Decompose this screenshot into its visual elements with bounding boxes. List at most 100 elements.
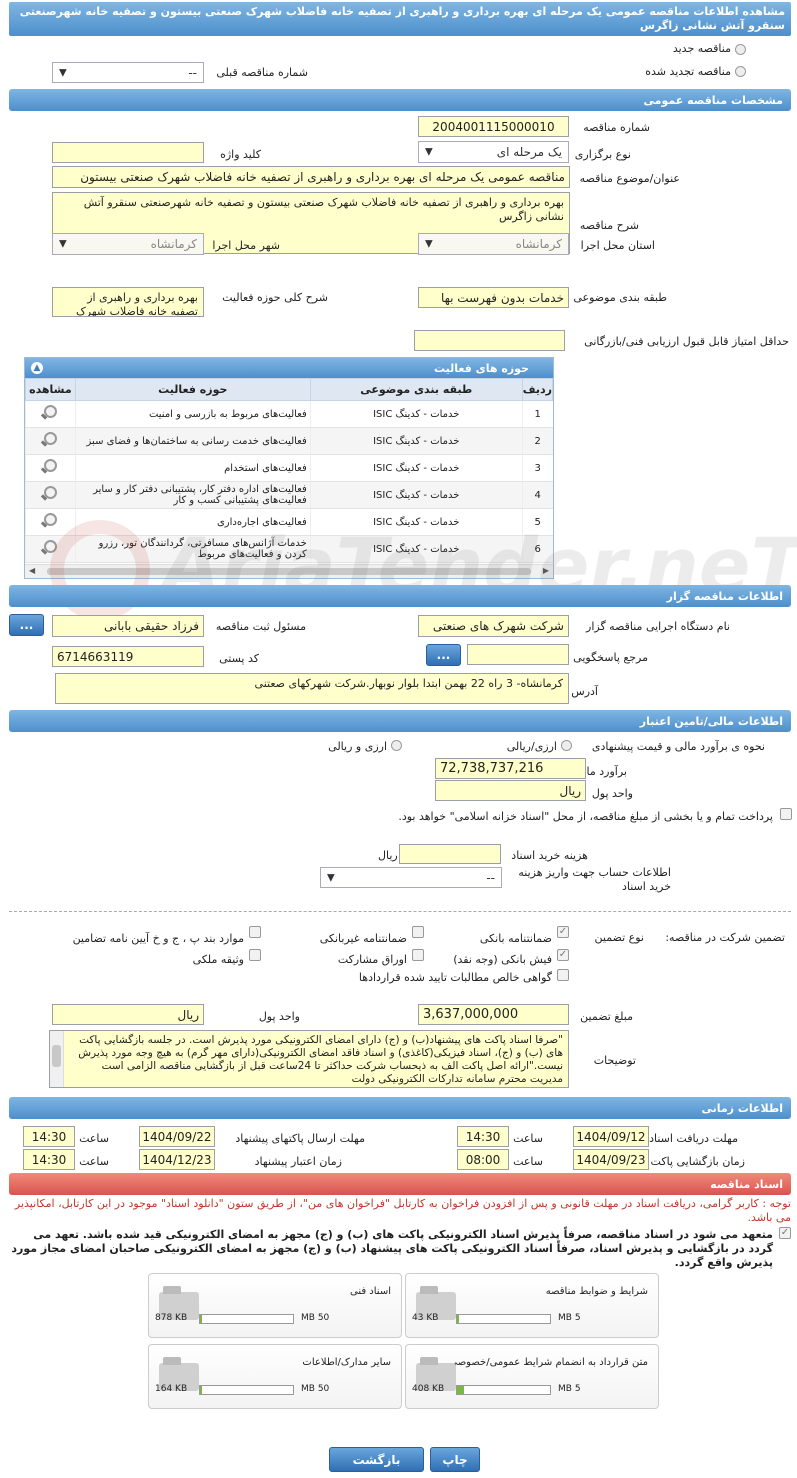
address-label: آدرس bbox=[571, 685, 598, 698]
ref-field[interactable] bbox=[467, 644, 569, 665]
subject-label: عنوان/موضوع مناقصه bbox=[579, 172, 680, 185]
print-button[interactable]: چاپ bbox=[430, 1447, 480, 1472]
receive-date-field[interactable]: 1404/09/12 bbox=[573, 1126, 649, 1147]
currency-field[interactable]: ریال bbox=[435, 780, 586, 801]
guarantee-currency-field[interactable]: ریال bbox=[52, 1004, 204, 1025]
subject-field[interactable]: مناقصه عمومی یک مرحله ای بهره برداری و ر… bbox=[52, 166, 570, 188]
radio-fx-rial[interactable] bbox=[391, 740, 402, 751]
clauses-checkbox[interactable] bbox=[249, 926, 261, 938]
col-activity: حوزه فعالیت bbox=[74, 378, 311, 401]
guarantee-currency-label: واحد پول bbox=[258, 1010, 300, 1023]
radio-rial[interactable] bbox=[561, 740, 572, 751]
description-label: شرح مناقصه bbox=[579, 219, 639, 232]
receive-time-field[interactable]: 14:30 bbox=[457, 1126, 509, 1147]
max-size: 5 MB bbox=[558, 1384, 581, 1394]
documents-warning: توجه : کاربر گرامی، دریافت اسناد در مهلت… bbox=[14, 1197, 791, 1224]
tender-type-label: نوع برگزاری bbox=[574, 148, 631, 161]
city-label: شهر محل اجرا bbox=[212, 239, 280, 252]
ref-label: مرجع پاسخگویی bbox=[573, 651, 648, 664]
validity-time-field[interactable]: 14:30 bbox=[23, 1149, 75, 1170]
province-label: استان محل اجرا bbox=[580, 239, 655, 252]
claims-checkbox[interactable] bbox=[557, 969, 569, 981]
account-select[interactable]: -- ▼ bbox=[320, 867, 502, 888]
view-button[interactable] bbox=[25, 400, 76, 428]
section-documents: اسناد مناقصه bbox=[9, 1173, 791, 1195]
collapse-icon[interactable]: ▲ bbox=[31, 362, 43, 374]
prev-number-select[interactable]: -- ▼ bbox=[52, 62, 204, 83]
guarantee-amount-field[interactable]: 3,637,000,000 bbox=[418, 1004, 569, 1025]
radio-new-tender[interactable] bbox=[735, 44, 746, 55]
view-button[interactable] bbox=[25, 427, 76, 455]
min-score-label: حداقل امتیاز قابل قبول ارزیابی فنی/بازرگ… bbox=[584, 335, 789, 348]
document-file[interactable]: سایر مدارک/اطلاعات 50 MB 164 KB bbox=[148, 1344, 402, 1409]
property-checkbox[interactable] bbox=[249, 949, 261, 961]
doc-fee-field[interactable] bbox=[399, 844, 501, 864]
row-number: 2 bbox=[521, 427, 553, 455]
chevron-down-icon: ▼ bbox=[425, 146, 433, 158]
row-activity: فعالیت‌های مربوط به بازرسی و امنیت bbox=[74, 400, 311, 428]
watermark: AriaTender.neT bbox=[50, 515, 797, 625]
tender-type-select[interactable]: یک مرحله ای ▼ bbox=[418, 141, 569, 163]
file-size: 43 KB bbox=[412, 1313, 439, 1323]
city-select[interactable]: کرمانشاه ▼ bbox=[52, 233, 204, 255]
clauses-label: موارد بند پ ، ج و خ آیین نامه تضامین bbox=[72, 932, 244, 945]
section-organizer: اطلاعات مناقصه گزار bbox=[9, 585, 791, 607]
officer-field[interactable]: فرزاد حقیقی بابانی bbox=[52, 615, 204, 637]
magnifier-icon bbox=[40, 458, 60, 476]
estimate-amount-field[interactable]: 72,738,737,216 bbox=[435, 758, 586, 779]
document-file[interactable]: متن قرارداد به انضمام شرایط عمومی/خصوصی 5… bbox=[405, 1344, 659, 1409]
view-button[interactable] bbox=[25, 481, 76, 509]
send-time-field[interactable]: 14:30 bbox=[23, 1126, 75, 1147]
address-field[interactable]: کرمانشاه- 3 راه 22 بهمن ابتدا بلوار نوبه… bbox=[55, 673, 569, 704]
postal-label: کد پستی bbox=[219, 652, 259, 665]
validity-date-field[interactable]: 1404/12/23 bbox=[139, 1149, 215, 1170]
back-button[interactable]: بازگشت bbox=[329, 1447, 424, 1472]
table-row: 3 خدمات - کدینگ ISIC فعالیت‌های استخدام bbox=[25, 454, 553, 482]
opening-time-field[interactable]: 08:00 bbox=[457, 1149, 509, 1170]
view-button[interactable] bbox=[25, 454, 76, 482]
bank-receipt-checkbox[interactable]: ✓ bbox=[557, 949, 569, 961]
officer-lookup-button[interactable]: ... bbox=[9, 614, 44, 636]
ref-lookup-button[interactable]: ... bbox=[426, 644, 461, 666]
row-number: 3 bbox=[521, 454, 553, 482]
document-file[interactable]: شرایط و ضوابط مناقصه 5 MB 43 KB bbox=[405, 1273, 659, 1338]
bonds-checkbox[interactable] bbox=[412, 949, 424, 961]
notes-scrollbar[interactable] bbox=[50, 1031, 64, 1087]
keyword-label: کلید واژه bbox=[220, 148, 261, 161]
send-time-label: ساعت bbox=[79, 1132, 109, 1145]
category-field[interactable]: خدمات بدون فهرست بها bbox=[418, 287, 569, 308]
guarantee-notes-field[interactable]: "صرفا اسناد پاکت های پیشنهاد(ب) و (ج) دا… bbox=[49, 1030, 569, 1088]
send-deadline-label: مهلت ارسال پاکتهای پیشنهاد bbox=[235, 1132, 365, 1145]
min-score-field[interactable] bbox=[414, 330, 565, 351]
table-row: 2 خدمات - کدینگ ISIC فعالیت‌های خدمت رسانی… bbox=[25, 427, 553, 455]
scope-field[interactable]: بهره برداری و راهبری از تصفیه خانه فاضلا… bbox=[52, 287, 204, 317]
row-activity: فعالیت‌های اداره دفتر کار، پشتیبانی دفتر… bbox=[74, 481, 311, 509]
province-select[interactable]: کرمانشاه ▼ bbox=[418, 233, 569, 255]
opening-time-label: زمان بازگشایی پاکت ها bbox=[637, 1155, 745, 1168]
bonds-label: اوراق مشارکت bbox=[337, 953, 407, 966]
postal-field[interactable]: 6714663119 bbox=[52, 646, 204, 667]
prev-number-label: شماره مناقصه قبلی bbox=[216, 66, 308, 79]
document-file[interactable]: اسناد فنی 50 MB 878 KB bbox=[148, 1273, 402, 1338]
tender-number-label: شماره مناقصه bbox=[583, 121, 650, 134]
nonbank-guarantee-label: ضمانتنامه غیربانکی bbox=[319, 932, 407, 945]
bank-guarantee-checkbox[interactable]: ✓ bbox=[557, 926, 569, 938]
org-field[interactable]: شرکت شهرک های صنعتی bbox=[418, 615, 569, 637]
doc-fee-label: هزینه خرید اسناد bbox=[511, 849, 588, 862]
max-size: 50 MB bbox=[301, 1313, 330, 1323]
magnifier-icon bbox=[40, 431, 60, 449]
keyword-field[interactable] bbox=[52, 142, 204, 163]
table-row: 4 خدمات - کدینگ ISIC فعالیت‌های اداره دفتر… bbox=[25, 481, 553, 509]
opening-date-field[interactable]: 1404/09/23 bbox=[573, 1149, 649, 1170]
radio-fx-rial-label: ارزی و ریالی bbox=[328, 740, 387, 753]
row-category: خدمات - کدینگ ISIC bbox=[309, 481, 523, 509]
send-date-field[interactable]: 1404/09/22 bbox=[139, 1126, 215, 1147]
size-progress bbox=[456, 1385, 551, 1395]
estimate-method-label: نحوه ی برآورد مالی و قیمت پیشنهادی bbox=[591, 740, 765, 753]
opening-time-label2: ساعت bbox=[513, 1155, 543, 1168]
radio-renewed-tender[interactable] bbox=[735, 66, 746, 77]
document-name: شرایط و ضوابط مناقصه bbox=[545, 1286, 648, 1297]
nonbank-guarantee-checkbox[interactable] bbox=[412, 926, 424, 938]
tender-number-field[interactable]: 2004001115000010 bbox=[418, 116, 569, 137]
section-general: مشخصات مناقصه عمومی bbox=[9, 89, 791, 111]
